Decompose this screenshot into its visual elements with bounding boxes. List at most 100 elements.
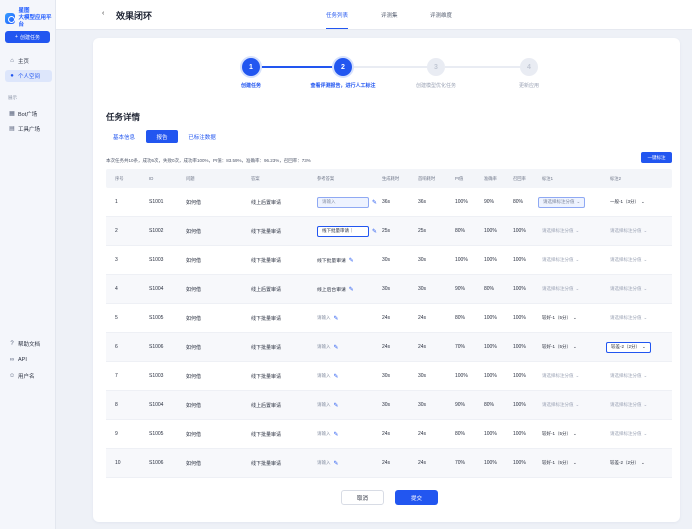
label2-select[interactable]: 较差-2（2分） ⌄	[606, 458, 649, 469]
cell-answer: 线下批量审请	[251, 315, 282, 322]
label1-select[interactable]: 较好-1（5分） ⌄	[538, 458, 581, 469]
edit-icon[interactable]: ✎	[372, 199, 377, 206]
label2-select[interactable]: 请选择标注分值 ⌄	[606, 400, 651, 411]
label2-select[interactable]: 请选择标注分值 ⌄	[606, 429, 651, 440]
page-title: 效果闭环	[116, 11, 153, 21]
label2-select[interactable]: 请选择标注分值 ⌄	[606, 371, 651, 382]
step-connector	[259, 66, 343, 68]
tab-labeled-data[interactable]: 已标注数据	[182, 130, 222, 143]
submit-button[interactable]: 提交	[395, 490, 438, 505]
grid-icon: ▦	[9, 111, 15, 117]
sidebar-item-username[interactable]: ☺ 用户名	[5, 370, 52, 382]
chevron-down-icon: ⌄	[641, 460, 645, 465]
cell-gen: 24s	[382, 460, 391, 466]
ref-answer-input[interactable]: 线下批量审请｜	[317, 225, 369, 237]
label1-select[interactable]: 请选择标注分值 ⌄	[538, 226, 583, 237]
main-card: 1 2 3 4 创建任务 查看评测报告，进行人工标注 创建模型优化任务 更新应用…	[93, 38, 680, 522]
cell-no: 3	[115, 257, 118, 263]
cell-no: 1	[115, 199, 118, 205]
cell-acc: 80%	[484, 286, 495, 292]
col-accuracy: 准确率	[484, 175, 497, 181]
create-task-button[interactable]: + 创建任务	[5, 31, 50, 43]
table-body: 1 S1001 如何借 线上后置审请 请输入 ✎ 36s 36s 100% 90% 80% 请选择标注…	[106, 188, 672, 478]
label2-select[interactable]: 请选择标注分值 ⌄	[606, 226, 651, 237]
ref-answer-text[interactable]: 线上后台审请	[317, 286, 346, 293]
sidebar-item-home[interactable]: ⌂ 主页	[5, 55, 52, 67]
cell-gen: 30s	[382, 402, 391, 408]
cell-ref-answer: 线上后台审请 ✎	[317, 286, 354, 293]
task-summary: 本次任务共10条，成功6次，失败0次，成功率100%，PI值：83.59%，准确…	[106, 158, 311, 163]
cell-answer: 线上后置审请	[251, 402, 282, 409]
cell-id: S1004	[149, 286, 164, 292]
cell-acc: 100%	[484, 257, 497, 263]
label2-select[interactable]: 较差-2（2分） ⌄	[606, 341, 651, 353]
label1-select[interactable]: 较好-1（5分） ⌄	[538, 429, 581, 440]
label1-select[interactable]: 请选择标注分值 ⌄	[538, 284, 583, 295]
label2-select[interactable]: 一般-1（3分） ⌄	[606, 197, 649, 208]
edit-icon[interactable]: ✎	[334, 460, 339, 467]
label2-select[interactable]: 请选择标注分值 ⌄	[606, 313, 651, 324]
ref-answer-text[interactable]: 线下批量审请	[317, 257, 346, 264]
cell-id: S1002	[149, 228, 164, 234]
label1-select[interactable]: 较好-1（5分） ⌄	[538, 342, 581, 353]
cell-question: 如何借	[186, 286, 202, 293]
edit-icon[interactable]: ✎	[334, 431, 339, 438]
sidebar-item-api[interactable]: ∞ API	[5, 354, 52, 366]
tab-eval-dimension[interactable]: 评测维度	[430, 11, 452, 29]
label1-select[interactable]: 较好-1（5分） ⌄	[538, 313, 581, 324]
ref-answer-text[interactable]: 请输入	[317, 431, 331, 437]
logo-line2: 大模型应用平台	[18, 15, 52, 28]
edit-icon[interactable]: ✎	[334, 373, 339, 380]
label2-select[interactable]: 请选择标注分值 ⌄	[606, 255, 651, 266]
cancel-button[interactable]: 取消	[341, 490, 384, 505]
cell-first: 30s	[418, 373, 427, 379]
edit-icon[interactable]: ✎	[334, 402, 339, 409]
sidebar-item-help[interactable]: ? 帮助文档	[5, 338, 52, 350]
col-gen-time: 生成耗时	[382, 175, 400, 181]
cell-pi: 80%	[455, 431, 466, 437]
chevron-down-icon: ⌄	[575, 373, 580, 378]
chevron-down-icon: ⌄	[575, 228, 580, 233]
edit-icon[interactable]: ✎	[334, 344, 339, 351]
step-3-label: 创建模型优化任务	[415, 83, 456, 89]
cell-pi: 90%	[455, 402, 466, 408]
sidebar-item-bot-square[interactable]: ▦ Bot广场	[5, 108, 52, 120]
edit-icon[interactable]: ✎	[349, 257, 354, 264]
back-arrow-icon[interactable]: ‹	[102, 10, 104, 17]
label1-select[interactable]: 请选择标注分值 ⌄	[538, 196, 586, 208]
label1-select[interactable]: 请选择标注分值 ⌄	[538, 255, 583, 266]
sidebar-item-personal-space[interactable]: ● 个人空间	[5, 70, 52, 82]
label2-select[interactable]: 请选择标注分值 ⌄	[606, 284, 651, 295]
col-question: 问题	[186, 175, 195, 181]
cell-first: 30s	[418, 257, 427, 263]
label1-select[interactable]: 请选择标注分值 ⌄	[538, 400, 583, 411]
cell-acc: 100%	[484, 460, 497, 466]
cell-first: 24s	[418, 344, 427, 350]
logo-line1: 星图	[18, 8, 30, 14]
cell-no: 4	[115, 286, 118, 292]
stepper: 1 2 3 4 创建任务 查看评测报告，进行人工标注 创建模型优化任务 更新应用	[93, 38, 680, 98]
cell-id: S1005	[149, 431, 164, 437]
tab-eval-set[interactable]: 评测集	[381, 11, 398, 29]
tab-basic-info[interactable]: 基本信息	[106, 130, 142, 143]
ref-answer-text[interactable]: 请输入	[317, 315, 331, 321]
cell-no: 10	[115, 460, 121, 466]
table-row: 2 S1002 如何借 线下批量审请 线下批量审请｜ ✎ 25s 25s 80% 100% 100%…	[106, 217, 672, 246]
logo[interactable]: 星图 大模型应用平台	[5, 8, 55, 29]
edit-icon[interactable]: ✎	[334, 315, 339, 322]
sidebar-item-tool-square[interactable]: ▤ 工具广场	[5, 123, 52, 135]
cell-pi: 70%	[455, 460, 466, 466]
cell-rec: 100%	[513, 460, 526, 466]
edit-icon[interactable]: ✎	[349, 286, 354, 293]
label1-select[interactable]: 请选择标注分值 ⌄	[538, 371, 583, 382]
tab-task-list[interactable]: 任务列表	[326, 11, 349, 29]
ref-answer-text[interactable]: 请输入	[317, 460, 331, 466]
ref-answer-text[interactable]: 请输入	[317, 402, 331, 408]
batch-label-button[interactable]: 一键标注	[641, 152, 672, 163]
ref-answer-text[interactable]: 请输入	[317, 373, 331, 379]
ref-answer-input[interactable]: 请输入	[317, 196, 369, 208]
ref-answer-text[interactable]: 请输入	[317, 344, 331, 350]
tab-report[interactable]: 报告	[146, 130, 178, 143]
cell-pi: 100%	[455, 373, 468, 379]
edit-icon[interactable]: ✎	[372, 228, 377, 235]
